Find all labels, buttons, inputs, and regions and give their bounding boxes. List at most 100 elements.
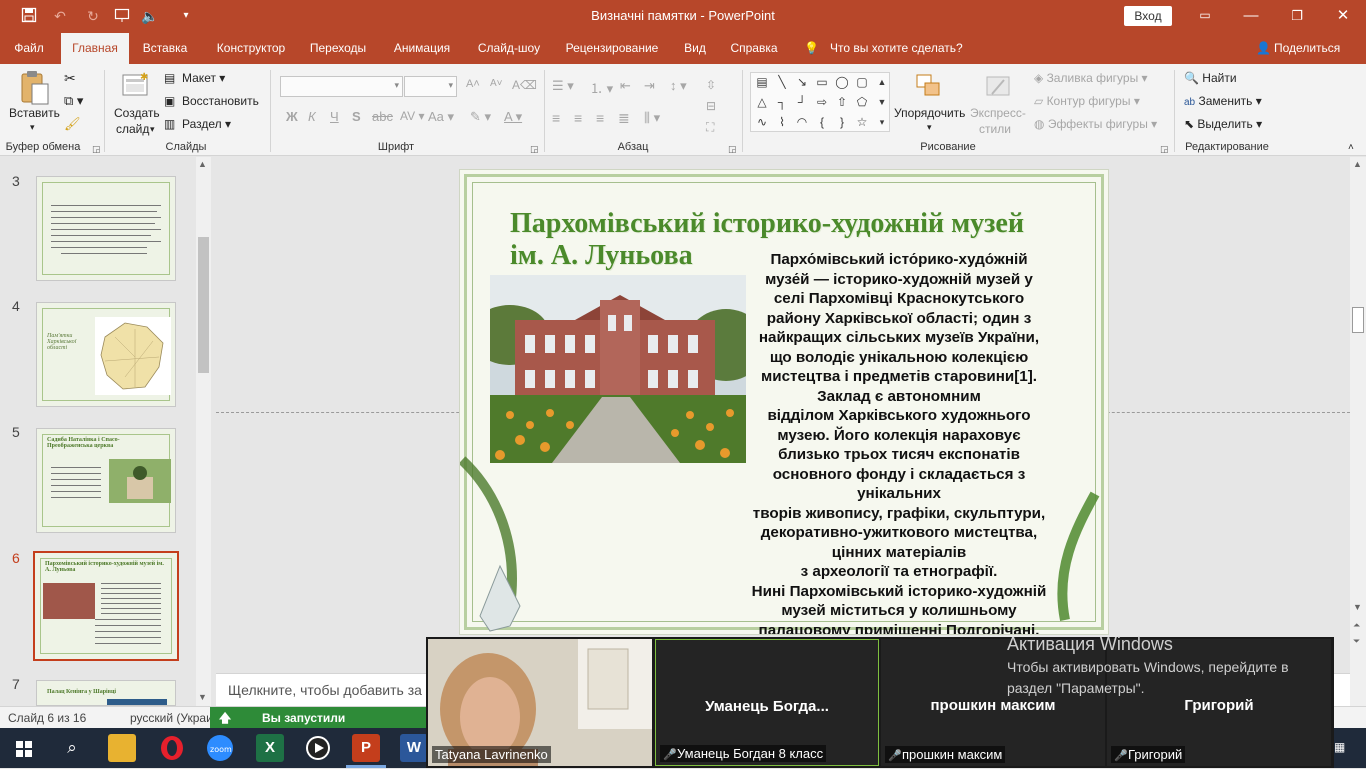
scroll-thumb[interactable] xyxy=(198,237,209,373)
prev-slide-icon[interactable]: ⏶ xyxy=(1353,620,1360,631)
zoom-tile-3[interactable]: прошкин максим 🎤прошкин максим xyxy=(881,639,1105,766)
tab-transitions[interactable]: Переходы xyxy=(303,33,373,64)
decrease-indent-icon[interactable]: ⇤ xyxy=(620,78,631,94)
close-button[interactable]: ✕ xyxy=(1320,0,1366,33)
format-painter-icon[interactable]: 🖌 xyxy=(64,116,81,132)
speaker-icon[interactable]: 🔈 xyxy=(140,7,160,25)
reset-button[interactable]: Восстановить xyxy=(182,94,259,108)
italic-button[interactable]: К xyxy=(308,109,316,124)
tell-me-search[interactable]: Что вы хотите сделать? xyxy=(830,33,964,64)
file-explorer-icon[interactable] xyxy=(108,734,136,762)
language-indicator[interactable]: русский (Украи xyxy=(130,711,213,725)
share-button[interactable]: Поделиться xyxy=(1274,33,1346,64)
align-text-icon[interactable]: ⊟ xyxy=(706,99,716,113)
bullets-icon[interactable]: ☰ ▾ xyxy=(552,78,574,94)
quick-styles-button[interactable]: Экспресс- xyxy=(970,106,1026,120)
scroll-up-icon[interactable]: ▲ xyxy=(198,159,207,169)
section-icon[interactable]: ▥ xyxy=(164,117,175,131)
change-case-button[interactable]: Aa ▾ xyxy=(428,109,454,125)
zoom-share-banner[interactable]: 🡅Вы запустили демонстраци xyxy=(210,707,426,747)
scroll-thumb[interactable] xyxy=(1352,307,1364,333)
next-slide-icon[interactable]: ⏷ xyxy=(1353,636,1360,647)
select-button[interactable]: ⬉ Выделить ▾ xyxy=(1184,117,1262,131)
char-spacing-icon[interactable]: AV ▾ xyxy=(400,109,424,123)
triangle-shape-icon[interactable]: △ xyxy=(753,94,771,110)
font-name-combo[interactable]: ▾ xyxy=(280,76,403,97)
oval-shape-icon[interactable]: ◯ xyxy=(833,74,851,90)
museum-photo[interactable] xyxy=(490,275,746,463)
save-icon[interactable] xyxy=(19,7,39,25)
quick-styles-icon[interactable] xyxy=(984,72,1014,105)
underline-button[interactable]: Ч xyxy=(330,109,339,124)
clipboard-launcher-icon[interactable]: ◲ xyxy=(92,144,101,155)
layout-icon[interactable]: ▤ xyxy=(164,71,175,85)
ribbon-display-options-icon[interactable]: ▭ xyxy=(1182,0,1228,33)
zoom-tile-4[interactable]: Григорий 🎤Григорий xyxy=(1107,639,1331,766)
undo-icon[interactable]: ↶ xyxy=(50,7,70,25)
elbow-connector-icon[interactable]: ┐ xyxy=(773,94,791,110)
tab-help[interactable]: Справка xyxy=(724,33,784,64)
slide-thumbnail-6[interactable]: Пархомівський історико-художній музей ім… xyxy=(33,551,179,661)
slide-thumbnail-7[interactable]: Палац Кенінга у Шарівці xyxy=(36,680,176,706)
scroll-up-icon[interactable]: ▲ xyxy=(1353,159,1362,169)
customize-toolbar-icon[interactable]: ▾ xyxy=(176,7,196,25)
copy-icon[interactable]: ⧉ ▾ xyxy=(64,93,83,109)
block-arrow-icon[interactable]: ⇨ xyxy=(813,94,831,110)
tab-review[interactable]: Рецензирование xyxy=(560,33,664,64)
right-brace-icon[interactable]: } xyxy=(833,114,851,130)
paste-dropdown-icon[interactable]: ▾ xyxy=(30,122,35,133)
tab-animations[interactable]: Анимация xyxy=(386,33,458,64)
arrange-button[interactable]: Упорядочить xyxy=(894,106,965,120)
rounded-rect-shape-icon[interactable]: ▢ xyxy=(853,74,871,90)
slide-thumbnail-4[interactable]: Пам'ятки Харківської області xyxy=(36,302,176,407)
zoom-tile-self[interactable]: Tatyana Lavrinenko xyxy=(428,639,652,766)
maximize-button[interactable]: ❐ xyxy=(1274,0,1320,33)
shapes-gallery[interactable]: ▤ ╲ ↘ ▭ ◯ ▢ △ ┐ ┘ ⇨ ⇧ ⬠ ∿ ⌇ ◠ { } ☆ ▲ ▼ … xyxy=(750,72,890,132)
slide-body-text[interactable]: Пархо́мівський істо́рико-худо́жній музе́й… xyxy=(738,250,1060,634)
search-icon[interactable]: ⌕ xyxy=(58,734,86,762)
scroll-down-icon[interactable]: ▼ xyxy=(198,692,207,702)
elbow-arrow-icon[interactable]: ┘ xyxy=(793,94,811,110)
section-button[interactable]: Раздел ▾ xyxy=(182,117,231,131)
tab-insert[interactable]: Вставка xyxy=(136,33,194,64)
shape-effects-button[interactable]: ◍ Эффекты фигуры ▾ xyxy=(1034,117,1157,131)
new-slide-button[interactable]: Создать xyxy=(114,106,160,120)
arc-shape-icon[interactable]: ◠ xyxy=(793,114,811,130)
columns-icon[interactable]: ⫼ ▾ xyxy=(644,110,660,126)
new-slide-dropdown-icon[interactable]: ▾ xyxy=(150,124,155,135)
text-direction-icon[interactable]: ⇳ xyxy=(706,78,716,92)
strikethrough-icon[interactable]: abc xyxy=(372,109,393,124)
slide-thumbnail-5[interactable]: Садиба Наталівка і Спасо-Преображенська … xyxy=(36,428,176,533)
paste-button[interactable]: Вставить xyxy=(9,106,60,120)
shape-fill-button[interactable]: ◈ Заливка фигуры ▾ xyxy=(1034,71,1148,85)
font-launcher-icon[interactable]: ◲ xyxy=(530,144,539,155)
tab-view[interactable]: Вид xyxy=(678,33,712,64)
reset-icon[interactable]: ▣ xyxy=(164,94,175,108)
drawing-launcher-icon[interactable]: ◲ xyxy=(1160,144,1169,155)
notification-icon[interactable]: ▦ xyxy=(1334,740,1345,754)
arrange-dropdown-icon[interactable]: ▾ xyxy=(927,122,932,133)
slide-thumbnail-3[interactable] xyxy=(36,176,176,281)
replace-button[interactable]: ab Заменить ▾ xyxy=(1184,94,1262,108)
new-slide-icon[interactable]: ✱ xyxy=(120,70,152,105)
paragraph-launcher-icon[interactable]: ◲ xyxy=(728,144,737,155)
block-arrow-up-icon[interactable]: ⇧ xyxy=(833,94,851,110)
slide-canvas[interactable]: Пархомівський історико-художній музей ім… xyxy=(459,169,1109,635)
clear-formatting-icon[interactable]: A⌫ xyxy=(512,78,537,92)
font-size-combo[interactable]: ▾ xyxy=(404,76,457,97)
tab-slideshow[interactable]: Слайд-шоу xyxy=(469,33,549,64)
tab-file[interactable]: Файл xyxy=(6,33,52,64)
gallery-more-icon[interactable]: ▾ xyxy=(873,114,891,130)
curve-shape-icon[interactable]: ∿ xyxy=(753,114,771,130)
align-left-icon[interactable]: ≡ xyxy=(552,110,560,126)
cut-icon[interactable]: ✂ xyxy=(64,70,76,87)
gallery-down-icon[interactable]: ▼ xyxy=(873,94,891,110)
numbering-icon[interactable]: ⒈ ▾ xyxy=(590,78,613,97)
align-right-icon[interactable]: ≡ xyxy=(596,110,604,126)
textbox-shape-icon[interactable]: ▤ xyxy=(753,74,771,90)
word-icon[interactable]: W xyxy=(400,734,428,762)
start-slideshow-icon[interactable] xyxy=(112,7,132,25)
star-shape-icon[interactable]: ☆ xyxy=(853,114,871,130)
bold-button[interactable]: Ж xyxy=(286,109,298,124)
left-brace-icon[interactable]: { xyxy=(813,114,831,130)
